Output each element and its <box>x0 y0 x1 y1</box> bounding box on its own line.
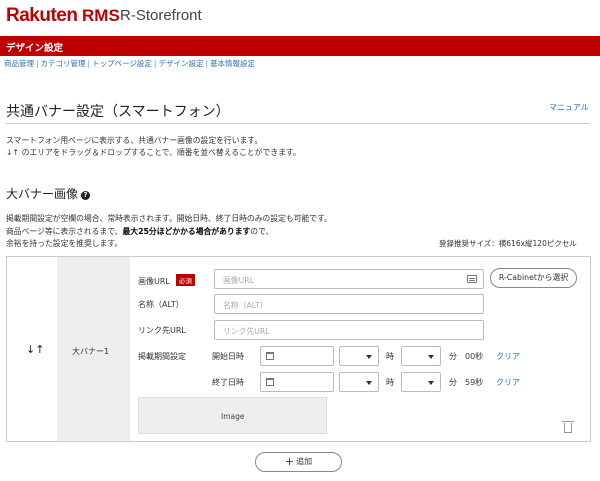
note-line-2-pre: 商品ページ等に表示されるまで、 <box>6 227 123 236</box>
start-datetime-label: 開始日時 <box>212 352 244 361</box>
banner-card: ↓↑ 大バナー1 画像URL 必須 画像URL R-Cabinetから選択 名称（… <box>6 256 591 442</box>
image-preview-label: Image <box>221 412 245 421</box>
title-divider <box>6 123 590 124</box>
start-seconds: 00秒 <box>465 352 484 361</box>
alt-label: 名称（ALT） <box>138 300 184 309</box>
end-clear-link[interactable]: クリア <box>496 377 520 388</box>
end-minute-unit: 分 <box>449 378 457 387</box>
drag-symbol: ↓↑ <box>6 148 20 157</box>
chevron-down-icon <box>366 381 372 385</box>
end-minute-select[interactable] <box>401 372 441 392</box>
manual-link[interactable]: マニュアル <box>549 102 589 113</box>
rcabinet-select-button[interactable]: R-Cabinetから選択 <box>490 268 577 288</box>
start-hour-unit: 時 <box>386 352 394 361</box>
breadcrumb-item-category[interactable]: カテゴリ管理 <box>41 59 86 68</box>
chevron-down-icon <box>428 355 434 359</box>
start-minute-select[interactable] <box>401 346 441 366</box>
breadcrumb-separator: | <box>36 59 39 68</box>
breadcrumb-separator: | <box>205 59 208 68</box>
trash-lid <box>562 421 574 422</box>
end-seconds: 59秒 <box>465 378 484 387</box>
drag-handle-icon[interactable]: ↓↑ <box>26 343 44 356</box>
end-datetime-label: 終了日時 <box>212 378 244 387</box>
brand-logo: Rakuten <box>6 5 78 26</box>
page-description-2-text: のエリアをドラッグ＆ドロップすることで、順番を並べ替えることができます。 <box>21 148 301 157</box>
section-bar-title: デザイン設定 <box>6 43 64 54</box>
start-clear-link[interactable]: クリア <box>496 351 520 362</box>
drag-handle-column[interactable]: ↓↑ <box>7 257 57 441</box>
breadcrumb-item-basic-info[interactable]: 基本情報設定 <box>210 59 255 68</box>
alt-placeholder: 名称（ALT） <box>223 301 268 310</box>
banner-name-column: 大バナー1 <box>57 257 130 441</box>
calendar-icon[interactable] <box>266 378 274 386</box>
breadcrumb-item-toppage[interactable]: トップページ設定 <box>92 59 152 68</box>
section-title-text: 大バナー画像 <box>6 187 79 201</box>
banner-row-label: 大バナー1 <box>72 347 110 356</box>
image-url-label: 画像URL 必須 <box>138 274 195 287</box>
required-badge: 必須 <box>175 274 195 286</box>
trash-body <box>564 423 572 433</box>
end-hour-unit: 時 <box>386 378 394 387</box>
start-minute-unit: 分 <box>449 352 457 361</box>
start-date-input[interactable] <box>260 346 334 366</box>
note-line-2-post: ので、 <box>250 227 274 236</box>
page-description-1: スマートフォン用ページに表示する、共通バナー画像の設定を行います。 <box>6 136 263 145</box>
recommended-size: 登録推奨サイズ：横616x縦120ピクセル <box>439 239 577 248</box>
section-bar: デザイン設定 <box>0 36 600 56</box>
note-line-2: 商品ページ等に表示されるまで、最大25分ほどかかる場合がありますので、 <box>6 226 273 237</box>
breadcrumb-separator: | <box>153 59 157 68</box>
note-line-2-bold: 最大25分ほどかかる場合があります <box>122 227 251 236</box>
page-title: 共通バナー設定（スマートフォン） <box>6 104 230 120</box>
trash-icon[interactable] <box>562 421 574 433</box>
start-hour-select[interactable] <box>339 346 379 366</box>
help-icon[interactable]: ? <box>81 191 91 200</box>
image-url-input[interactable]: 画像URL <box>214 269 484 289</box>
breadcrumb-item-product[interactable]: 商品管理 <box>4 59 34 68</box>
breadcrumb-item-design[interactable]: デザイン設定 <box>158 59 203 68</box>
note-line-1: 掲載期間設定が空欄の場合、常時表示されます。開始日時、終了日時のみの設定も可能で… <box>6 214 332 223</box>
image-icon[interactable] <box>467 275 477 283</box>
link-url-input[interactable]: リンク先URL <box>214 320 484 340</box>
period-label: 掲載期間設定 <box>138 352 186 361</box>
app-header: Rakuten RMS R-Storefront <box>0 0 600 36</box>
link-url-placeholder: リンク先URL <box>223 327 270 336</box>
brand-subtitle: R-Storefront <box>120 7 202 24</box>
breadcrumb: 商品管理 | カテゴリ管理 | トップページ設定 | デザイン設定 | 基本情報設定 <box>4 58 255 69</box>
plus-icon: + <box>284 455 295 468</box>
image-url-label-text: 画像URL <box>138 277 170 286</box>
calendar-icon[interactable] <box>266 352 274 360</box>
end-hour-select[interactable] <box>339 372 379 392</box>
brand-rms: RMS <box>82 6 120 25</box>
add-button-label: 追加 <box>296 457 313 466</box>
image-url-placeholder: 画像URL <box>223 276 255 285</box>
alt-input[interactable]: 名称（ALT） <box>214 294 484 314</box>
breadcrumb-separator: | <box>87 59 91 68</box>
chevron-down-icon <box>366 355 372 359</box>
image-preview: Image <box>138 397 327 434</box>
page-description-2: ↓↑ のエリアをドラッグ＆ドロップすることで、順番を並べ替えることができます。 <box>6 147 301 158</box>
note-line-3: 余裕を持った設定を推奨します。 <box>6 239 123 248</box>
end-date-input[interactable] <box>260 372 334 392</box>
link-url-label: リンク先URL <box>138 326 186 335</box>
chevron-down-icon <box>428 381 434 385</box>
add-banner-button[interactable]: + 追加 <box>255 452 342 472</box>
section-title: 大バナー画像? <box>6 185 91 202</box>
